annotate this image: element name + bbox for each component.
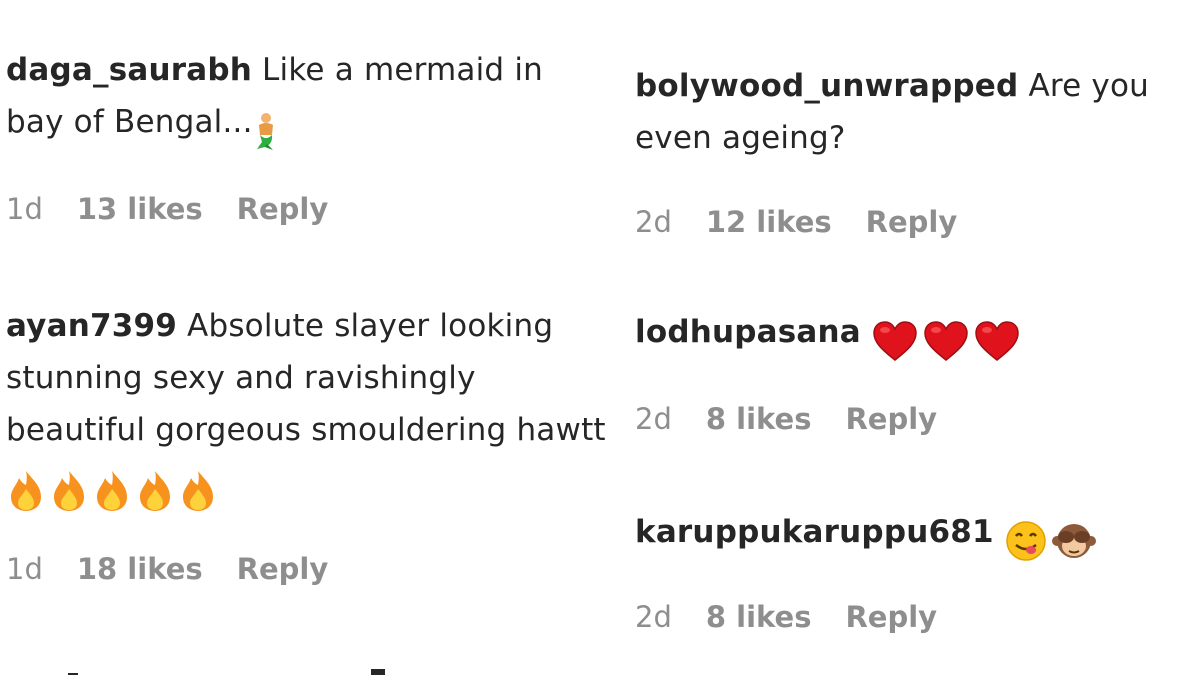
comment-meta: 2d 8 likes Reply: [635, 402, 971, 436]
comment: lodhupasana: [635, 306, 1195, 365]
reply-button[interactable]: Reply: [237, 552, 329, 586]
comment-username[interactable]: lodhupasana: [635, 314, 861, 350]
emoji-row: [6, 463, 221, 515]
fire-emoji: [140, 470, 170, 511]
comment-timestamp: 1d: [6, 552, 43, 586]
likes-count-button[interactable]: 12 likes: [706, 205, 832, 239]
comment-meta: 1d 18 likes Reply: [6, 552, 362, 586]
likes-count-button[interactable]: 8 likes: [706, 600, 812, 634]
comment: karuppukaruppu681: [635, 506, 1195, 565]
comment-username[interactable]: bolywood_unwrapped: [635, 68, 1018, 104]
mermaid-emoji: [256, 112, 273, 150]
comment-meta: 1d 13 likes Reply: [6, 192, 362, 226]
emoji-row: [871, 313, 1024, 365]
comment: bolywood_unwrapped Are you even ageing?: [635, 60, 1195, 164]
comment-body: lodhupasana: [635, 306, 1195, 365]
comment: ayan7399 Absolute slayer looking stunning…: [6, 300, 616, 515]
comment-meta: 2d 8 likes Reply: [635, 600, 971, 634]
comment: daga_saurabh Like a mermaid in bay of Ben…: [6, 44, 606, 155]
yum-face-emoji: [1006, 520, 1046, 561]
emoji-row: [1004, 513, 1100, 565]
comment-body: bolywood_unwrapped Are you even ageing?: [635, 60, 1195, 164]
see-no-evil-monkey-emoji: [1051, 523, 1096, 558]
comment-body: ayan7399 Absolute slayer looking stunning…: [6, 300, 616, 515]
comment-timestamp: 1d: [6, 192, 43, 226]
comment-body: daga_saurabh Like a mermaid in bay of Ben…: [6, 44, 606, 155]
comment-username[interactable]: ayan7399: [6, 308, 177, 344]
reply-button[interactable]: Reply: [866, 205, 958, 239]
comment-username[interactable]: daga_saurabh: [6, 52, 252, 88]
clipped-text-fragment: [68, 669, 385, 675]
reply-button[interactable]: Reply: [237, 192, 329, 226]
comment-timestamp: 2d: [635, 600, 672, 634]
likes-count-button[interactable]: 13 likes: [77, 192, 203, 226]
clipped-next-comment: [6, 655, 426, 675]
heart-emoji: [873, 320, 917, 361]
heart-emoji: [975, 320, 1019, 361]
comment-meta: 2d 12 likes Reply: [635, 205, 991, 239]
fire-emoji: [11, 470, 41, 511]
comment-timestamp: 2d: [635, 402, 672, 436]
comment-username[interactable]: karuppukaruppu681: [635, 514, 994, 550]
fire-emoji: [97, 470, 127, 511]
fire-emoji: [54, 470, 84, 511]
fire-emoji: [183, 470, 213, 511]
emoji-row: [253, 103, 282, 155]
comment-body: karuppukaruppu681: [635, 506, 1195, 565]
reply-button[interactable]: Reply: [845, 402, 937, 436]
likes-count-button[interactable]: 8 likes: [706, 402, 812, 436]
reply-button[interactable]: Reply: [845, 600, 937, 634]
likes-count-button[interactable]: 18 likes: [77, 552, 203, 586]
comment-timestamp: 2d: [635, 205, 672, 239]
heart-emoji: [924, 320, 968, 361]
